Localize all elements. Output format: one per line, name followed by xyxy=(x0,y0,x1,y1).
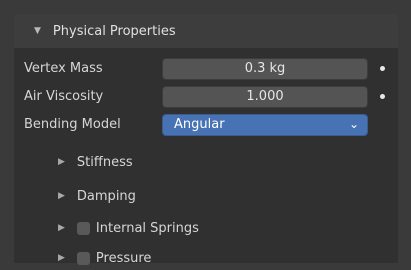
keyframe-dot-icon[interactable] xyxy=(380,94,385,99)
physical-properties-panel: ▼ Physical Properties Vertex Mass 0.3 kg… xyxy=(14,14,398,266)
subpanel-label: Pressure xyxy=(95,250,152,266)
bending-model-label: Bending Model xyxy=(24,117,121,132)
subpanel-stiffness[interactable]: ▶ Stiffness xyxy=(14,150,398,174)
triangle-right-icon: ▶ xyxy=(58,157,65,167)
triangle-right-icon: ▶ xyxy=(58,223,65,233)
air-viscosity-label: Air Viscosity xyxy=(24,89,104,104)
air-viscosity-row: Air Viscosity 1.000 xyxy=(14,86,398,108)
subpanel-internal-springs[interactable]: ▶ Internal Springs xyxy=(14,216,398,240)
subpanel-label: Damping xyxy=(76,188,136,204)
vertex-mass-row: Vertex Mass 0.3 kg xyxy=(14,58,398,80)
subpanel-label: Internal Springs xyxy=(95,220,199,236)
vertex-mass-label: Vertex Mass xyxy=(24,61,103,76)
bending-model-value: Angular xyxy=(174,117,225,132)
bending-model-row: Bending Model Angular ⌄ xyxy=(14,114,398,136)
subpanel-pressure[interactable]: ▶ Pressure xyxy=(14,246,398,270)
subpanel-label: Stiffness xyxy=(76,154,133,170)
keyframe-dot-icon[interactable] xyxy=(380,66,385,71)
triangle-right-icon: ▶ xyxy=(58,191,65,201)
panel-header[interactable]: ▼ Physical Properties xyxy=(14,14,398,48)
vertex-mass-field[interactable]: 0.3 kg xyxy=(162,58,368,80)
bending-model-dropdown[interactable]: Angular ⌄ xyxy=(162,114,368,136)
internal-springs-checkbox[interactable] xyxy=(76,221,90,235)
air-viscosity-field[interactable]: 1.000 xyxy=(162,86,368,108)
triangle-right-icon: ▶ xyxy=(58,253,65,263)
panel-title: Physical Properties xyxy=(52,23,176,39)
triangle-down-icon: ▼ xyxy=(34,26,41,36)
chevron-down-icon: ⌄ xyxy=(348,117,359,131)
subpanel-damping[interactable]: ▶ Damping xyxy=(14,184,398,208)
